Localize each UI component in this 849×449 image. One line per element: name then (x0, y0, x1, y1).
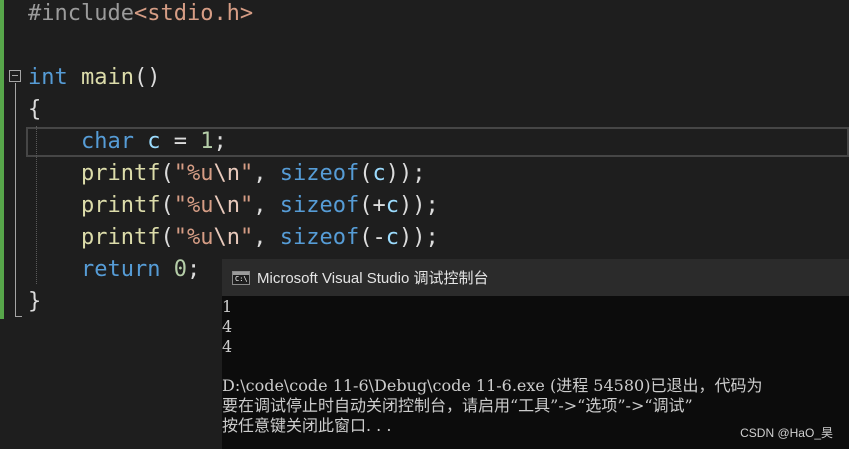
keyword-char: char (80, 129, 134, 154)
number-literal: 1 (200, 129, 214, 154)
console-app-icon: C:\ (232, 270, 250, 285)
code-line-printf[interactable]: printf("%u\n", sizeof(c)); (28, 158, 425, 190)
punctuation: ( (160, 193, 174, 218)
string-literal: " (239, 193, 254, 218)
punctuation: () (133, 65, 161, 90)
code-line-printf[interactable]: printf("%u\n", sizeof(+c)); (28, 190, 439, 222)
escape-sequence: \n (213, 161, 240, 186)
punctuation: ; (186, 257, 201, 282)
punctuation: ( (359, 161, 373, 186)
keyword-sizeof: sizeof (279, 161, 360, 186)
variable: c (385, 225, 399, 250)
operator: = (160, 129, 201, 154)
punctuation: , (253, 193, 280, 218)
string-literal: "%u (173, 161, 214, 186)
punctuation: ( (359, 193, 373, 218)
console-icon-label: C:\ (235, 274, 248, 283)
watermark: CSDN @HaO_昊 (740, 426, 833, 440)
console-close-message: 按任意键关闭此窗口. . . (222, 416, 392, 435)
punctuation: ( (160, 225, 174, 250)
number-literal: 0 (173, 257, 187, 282)
fold-guide (15, 83, 16, 317)
console-title: Microsoft Visual Studio 调试控制台 (257, 270, 489, 287)
string-literal: "%u (173, 193, 214, 218)
escape-sequence: \n (213, 225, 240, 250)
console-titlebar[interactable]: C:\ Microsoft Visual Studio 调试控制台 (222, 259, 849, 296)
function-name: printf (80, 193, 161, 218)
keyword-sizeof: sizeof (279, 193, 360, 218)
code-line-main[interactable]: int main() (28, 62, 160, 94)
punctuation: )); (385, 161, 426, 186)
variable: c (385, 193, 399, 218)
function-name: printf (80, 161, 161, 186)
console-output-line: 1 (222, 297, 233, 316)
fold-guide-end (15, 316, 22, 317)
code-line-printf[interactable]: printf("%u\n", sizeof(-c)); (28, 222, 439, 254)
punctuation: , (253, 161, 280, 186)
keyword-int: int (28, 65, 68, 90)
console-hint-message: 要在调试停止时自动关闭控制台，请启用“工具”->“选项”->“调试” (222, 396, 693, 415)
operator: + (372, 193, 386, 218)
code-line-open-brace[interactable]: { (28, 94, 41, 126)
keyword-return: return (80, 257, 161, 282)
operator: - (372, 225, 386, 250)
escape-sequence: \n (213, 193, 240, 218)
code-line-include[interactable]: #include<stdio.h> (28, 0, 253, 30)
console-output-line: 4 (222, 337, 233, 356)
string-literal: " (239, 161, 254, 186)
code-line-return[interactable]: return 0; (28, 254, 200, 286)
console-output-line: 4 (222, 317, 233, 336)
punctuation: ( (160, 161, 174, 186)
change-indicator-bar (0, 0, 4, 319)
punctuation: )); (398, 225, 439, 250)
string-literal: "%u (173, 225, 214, 250)
variable: c (372, 161, 386, 186)
variable: c (147, 129, 161, 154)
open-brace: { (28, 97, 42, 122)
close-brace: } (28, 289, 42, 314)
preprocessor-directive: #include (28, 1, 134, 26)
keyword-sizeof: sizeof (279, 225, 360, 250)
include-header: <stdio.h> (133, 1, 254, 26)
string-literal: " (239, 225, 254, 250)
code-line-char[interactable]: char c = 1; (28, 126, 227, 158)
console-exit-message: D:\code\code 11-6\Debug\code 11-6.exe (进… (222, 376, 763, 395)
punctuation: )); (398, 193, 439, 218)
function-name: printf (80, 225, 161, 250)
punctuation: ; (213, 129, 227, 154)
function-name: main (81, 65, 134, 90)
punctuation: ( (359, 225, 373, 250)
code-line-close-brace[interactable]: } (28, 286, 41, 318)
punctuation: , (253, 225, 280, 250)
debug-console-window[interactable]: C:\ Microsoft Visual Studio 调试控制台 1 4 4 … (222, 259, 849, 449)
collapse-icon[interactable] (9, 70, 21, 82)
